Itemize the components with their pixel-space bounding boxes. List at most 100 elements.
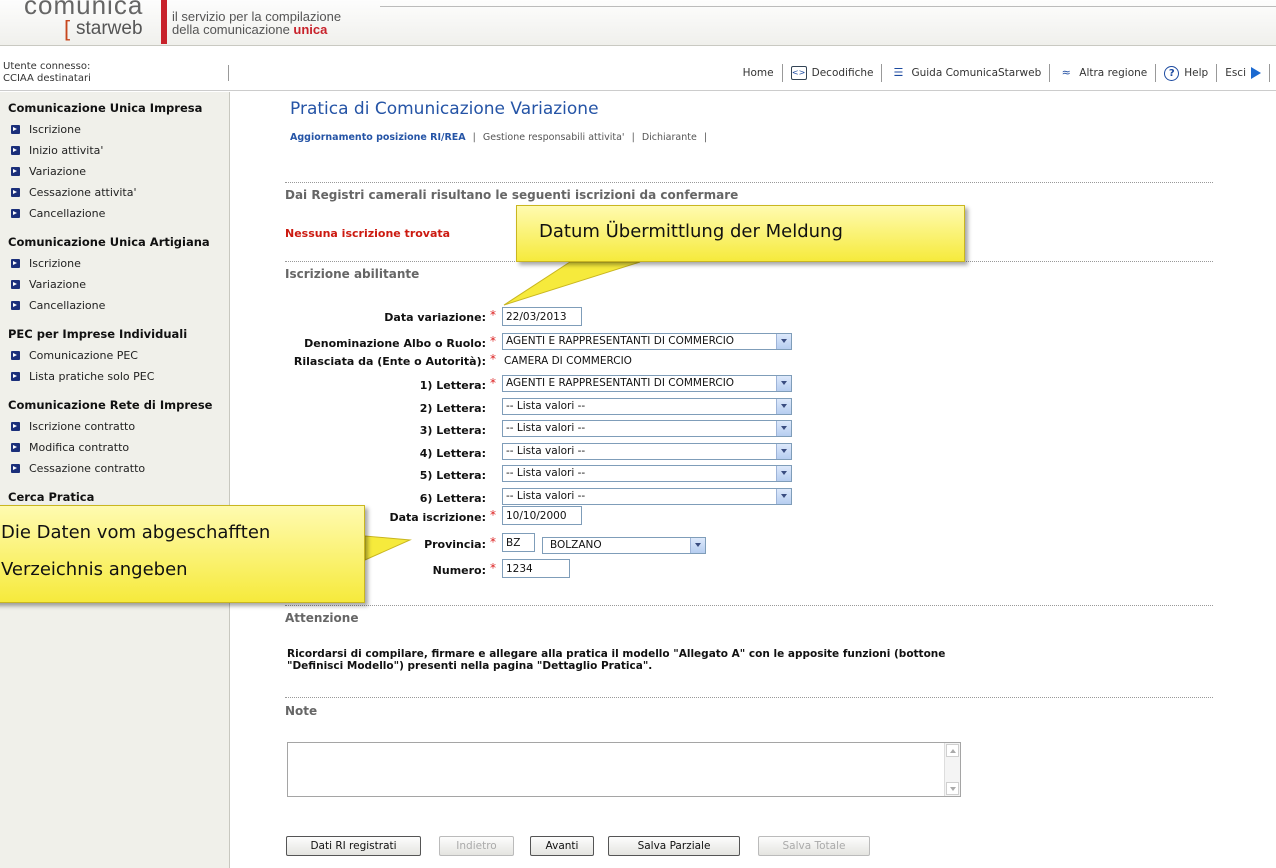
nav-links: Home <> Decodifiche ☰ Guida ComunicaStarwe… bbox=[735, 64, 1270, 82]
attenzione-text: Ricordarsi di compilare, firmare e alleg… bbox=[287, 648, 946, 672]
sidebar-item-rete-cessazione[interactable]: Cessazione contratto bbox=[0, 458, 229, 479]
nav-altra-regione[interactable]: ≈ Altra regione bbox=[1050, 64, 1157, 82]
sidebar-item-label: Modifica contratto bbox=[29, 440, 130, 454]
nav-decodifiche[interactable]: <> Decodifiche bbox=[783, 64, 883, 82]
scroll-down-icon[interactable] bbox=[946, 782, 959, 795]
sidebar-item-artigiana-variazione[interactable]: Variazione bbox=[0, 274, 229, 295]
sidebar-item-rete-modifica[interactable]: Modifica contratto bbox=[0, 437, 229, 458]
sidebar-item-label: Comunicazione PEC bbox=[29, 348, 138, 362]
salva-parziale-button[interactable]: Salva Parziale bbox=[608, 836, 740, 856]
app-header: comunica [ starweb il servizio per la co… bbox=[0, 0, 1276, 46]
lettera-3-select[interactable]: -- Lista valori -- bbox=[502, 420, 792, 437]
decode-icon: <> bbox=[790, 66, 807, 80]
no-results-message: Nessuna iscrizione trovata bbox=[285, 227, 451, 240]
note-scrollbar[interactable] bbox=[944, 743, 960, 796]
user-info: Utente connesso: CCIAA destinatari bbox=[3, 61, 228, 85]
section-attenzione-title: Attenzione bbox=[285, 611, 359, 625]
nav-home[interactable]: Home bbox=[735, 64, 783, 82]
sidebar-item-impresa-cancellazione[interactable]: Cancellazione bbox=[0, 203, 229, 224]
sidebar-section-pec: PEC per Imprese Individuali bbox=[8, 327, 188, 341]
callout-datum: Datum Übermittlung der Meldung bbox=[516, 205, 965, 262]
section-note-title: Note bbox=[285, 704, 318, 718]
avanti-button[interactable]: Avanti bbox=[530, 836, 594, 856]
dati-ri-button[interactable]: Dati RI registrati bbox=[286, 836, 421, 856]
nav-esci[interactable]: Esci bbox=[1217, 64, 1270, 82]
required-mark: * bbox=[490, 334, 496, 348]
sidebar-item-label: Iscrizione bbox=[29, 122, 81, 136]
arrow-bullet-icon bbox=[11, 279, 20, 289]
subnav-aggiornamento[interactable]: Aggiornamento posizione RI/REA bbox=[290, 132, 466, 143]
lettera-6-select[interactable]: -- Lista valori -- bbox=[502, 488, 792, 505]
subnav-sep: | bbox=[703, 132, 708, 143]
rilasciata-label: Rilasciata da (Ente o Autorità): bbox=[293, 355, 486, 368]
provincia-label: Provincia: bbox=[424, 538, 486, 551]
lettera-5-value: -- Lista valori -- bbox=[506, 467, 586, 479]
arrow-bullet-icon bbox=[11, 421, 20, 431]
tagline: il servizio per la compilazione della co… bbox=[172, 10, 341, 36]
provincia-code-input[interactable] bbox=[502, 533, 535, 552]
nav-home-label: Home bbox=[742, 67, 774, 79]
lettera-3-value: -- Lista valori -- bbox=[506, 422, 586, 434]
denominazione-select[interactable]: AGENTI E RAPPRESENTANTI DI COMMERCIO bbox=[502, 333, 792, 350]
sidebar-item-pec-comunicazione[interactable]: Comunicazione PEC bbox=[0, 345, 229, 366]
lettera-2-value: -- Lista valori -- bbox=[506, 400, 586, 412]
lettera-4-select[interactable]: -- Lista valori -- bbox=[502, 443, 792, 460]
required-mark: * bbox=[490, 376, 496, 390]
subnav-gestione[interactable]: Gestione responsabili attivita' bbox=[483, 132, 625, 143]
chevron-down-icon bbox=[776, 334, 791, 349]
required-mark: * bbox=[490, 508, 496, 522]
sidebar-cerca-pratica[interactable]: Cerca Pratica bbox=[0, 479, 229, 508]
lettera-6-value: -- Lista valori -- bbox=[506, 490, 586, 502]
nav-guida[interactable]: ☰ Guida ComunicaStarweb bbox=[882, 64, 1051, 82]
chevron-down-icon bbox=[776, 444, 791, 459]
subnav: Aggiornamento posizione RI/REA | Gestion… bbox=[290, 132, 711, 143]
sidebar-item-label: Cancellazione bbox=[29, 206, 106, 220]
data-iscrizione-input[interactable] bbox=[502, 506, 582, 525]
chevron-down-icon bbox=[776, 421, 791, 436]
salva-totale-button[interactable]: Salva Totale bbox=[758, 836, 870, 856]
lettera-1-select[interactable]: AGENTI E RAPPRESENTANTI DI COMMERCIO bbox=[502, 375, 792, 392]
arrow-bullet-icon bbox=[11, 187, 20, 197]
scroll-up-icon[interactable] bbox=[946, 744, 959, 757]
arrow-bullet-icon bbox=[11, 166, 20, 176]
nav-esci-label: Esci bbox=[1225, 67, 1246, 79]
denominazione-value: AGENTI E RAPPRESENTANTI DI COMMERCIO bbox=[506, 335, 735, 347]
lettera-2-select[interactable]: -- Lista valori -- bbox=[502, 398, 792, 415]
arrow-bullet-icon bbox=[11, 258, 20, 268]
sidebar-item-pec-lista[interactable]: Lista pratiche solo PEC bbox=[0, 366, 229, 387]
indietro-button[interactable]: Indietro bbox=[439, 836, 514, 856]
tagline-line2-prefix: della comunicazione bbox=[172, 22, 294, 37]
nav-help-label: Help bbox=[1184, 67, 1209, 79]
data-variazione-input[interactable] bbox=[502, 307, 582, 326]
lettera-5-label: 5) Lettera: bbox=[419, 469, 486, 482]
subnav-sep: | bbox=[472, 132, 476, 143]
data-iscrizione-label: Data iscrizione: bbox=[389, 511, 486, 524]
provincia-select[interactable]: BOLZANO bbox=[542, 537, 706, 554]
logo-bracket: [ bbox=[64, 16, 71, 41]
required-mark: * bbox=[490, 308, 496, 322]
arrow-bullet-icon bbox=[11, 145, 20, 155]
lettera-4-value: -- Lista valori -- bbox=[506, 445, 586, 457]
sidebar-item-impresa-iscrizione[interactable]: Iscrizione bbox=[0, 119, 229, 140]
numero-input[interactable] bbox=[502, 559, 570, 578]
sidebar-item-artigiana-iscrizione[interactable]: Iscrizione bbox=[0, 253, 229, 274]
arrow-bullet-icon bbox=[11, 124, 20, 134]
sidebar-item-artigiana-cancellazione[interactable]: Cancellazione bbox=[0, 295, 229, 316]
sidebar-item-impresa-inizio[interactable]: Inizio attivita' bbox=[0, 140, 229, 161]
note-textarea[interactable] bbox=[287, 742, 961, 797]
sidebar: Comunicazione Unica Impresa Iscrizione I… bbox=[0, 92, 230, 868]
divider bbox=[285, 605, 1213, 606]
lettera-5-select[interactable]: -- Lista valori -- bbox=[502, 465, 792, 482]
nav-help[interactable]: ? Help bbox=[1156, 64, 1218, 82]
sidebar-item-label: Variazione bbox=[29, 164, 87, 178]
sidebar-item-rete-iscrizione[interactable]: Iscrizione contratto bbox=[0, 416, 229, 437]
sidebar-item-impresa-cessazione[interactable]: Cessazione attivita' bbox=[0, 182, 229, 203]
sidebar-item-impresa-variazione[interactable]: Variazione bbox=[0, 161, 229, 182]
tagline-unica: unica bbox=[293, 22, 328, 37]
arrow-bullet-icon bbox=[11, 371, 20, 381]
lettera-3-label: 3) Lettera: bbox=[419, 424, 486, 437]
required-mark: * bbox=[490, 352, 496, 366]
logo-starweb: starweb bbox=[76, 18, 143, 39]
subnav-dichiarante[interactable]: Dichiarante bbox=[642, 132, 697, 143]
sidebar-item-label: Inizio attivita' bbox=[29, 143, 104, 157]
